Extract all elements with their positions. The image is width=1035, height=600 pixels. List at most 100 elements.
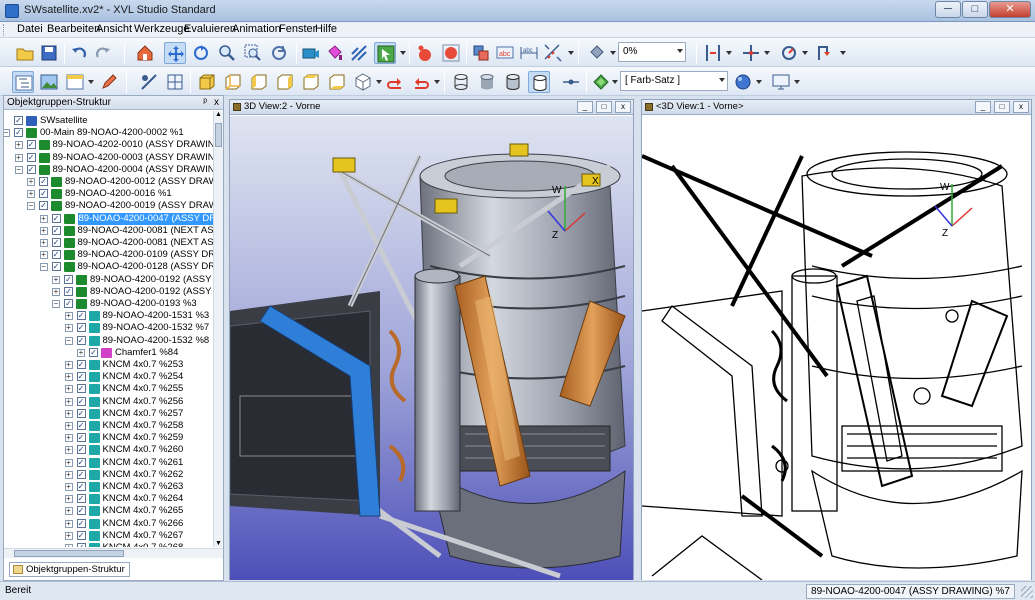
- visibility-checkbox[interactable]: ✓: [89, 347, 98, 357]
- save-button[interactable]: [38, 42, 60, 64]
- shade-solid-button[interactable]: [476, 71, 498, 93]
- pin-icon[interactable]: ᵖ: [203, 96, 207, 109]
- expand-icon[interactable]: +: [39, 239, 48, 247]
- link-button[interactable]: [138, 71, 160, 93]
- color-set-button[interactable]: [590, 71, 612, 93]
- view-maximize-button[interactable]: □: [596, 101, 612, 113]
- tree-horizontal-scrollbar[interactable]: [4, 548, 223, 558]
- grid-button[interactable]: [164, 71, 186, 93]
- visibility-checkbox[interactable]: ✓: [14, 116, 23, 125]
- color-set-dropdown[interactable]: [ Farb-Satz ]: [620, 71, 728, 91]
- visibility-checkbox[interactable]: ✓: [26, 152, 36, 162]
- expand-icon[interactable]: +: [14, 141, 23, 150]
- scroll-thumb[interactable]: [215, 123, 222, 147]
- view-close-button[interactable]: x: [1013, 101, 1029, 113]
- move-part-button[interactable]: [740, 42, 762, 64]
- visibility-checkbox[interactable]: ✓: [76, 530, 86, 540]
- visibility-checkbox[interactable]: ✓: [26, 140, 36, 150]
- collapse-icon[interactable]: −: [14, 165, 23, 174]
- camera-button[interactable]: [300, 42, 322, 64]
- reset-button[interactable]: [814, 42, 836, 64]
- visibility-checkbox[interactable]: ✓: [51, 213, 61, 223]
- visibility-checkbox[interactable]: ✓: [64, 299, 73, 308]
- menu-datei[interactable]: Datei: [14, 23, 46, 35]
- expand-icon[interactable]: +: [64, 397, 73, 406]
- visibility-checkbox[interactable]: ✓: [76, 543, 86, 547]
- paint-button[interactable]: [324, 42, 346, 64]
- visibility-checkbox[interactable]: ✓: [76, 494, 86, 504]
- visibility-checkbox[interactable]: ✓: [76, 457, 86, 467]
- view-minimize-button[interactable]: _: [577, 101, 593, 113]
- visibility-checkbox[interactable]: ✓: [51, 225, 61, 235]
- visibility-checkbox[interactable]: ✓: [76, 323, 86, 333]
- expand-icon[interactable]: +: [64, 312, 73, 321]
- shaded-viewport[interactable]: W X Z: [230, 116, 633, 580]
- view-back-button[interactable]: [222, 71, 244, 93]
- visibility-checkbox[interactable]: ✓: [76, 311, 86, 321]
- material-button[interactable]: [732, 71, 754, 93]
- collapse-icon[interactable]: −: [52, 300, 60, 308]
- rotate-button[interactable]: [190, 42, 212, 64]
- visibility-checkbox[interactable]: ✓: [76, 433, 86, 443]
- visibility-checkbox[interactable]: ✓: [39, 189, 48, 199]
- view-iso-button[interactable]: [352, 71, 374, 93]
- layer-button[interactable]: [470, 42, 492, 64]
- visibility-checkbox[interactable]: ✓: [51, 262, 61, 272]
- measure-button[interactable]: [542, 42, 564, 64]
- view-front-button[interactable]: [196, 71, 218, 93]
- expand-icon[interactable]: +: [64, 483, 73, 491]
- visibility-checkbox[interactable]: ✓: [76, 445, 86, 455]
- markup-button[interactable]: [98, 71, 120, 93]
- zoom-window-button[interactable]: [242, 42, 264, 64]
- visibility-checkbox[interactable]: ✓: [76, 408, 86, 418]
- sphere-select-button[interactable]: [440, 42, 462, 64]
- visibility-checkbox[interactable]: ✓: [51, 250, 61, 260]
- visibility-checkbox[interactable]: ✓: [76, 396, 86, 406]
- display-settings-button[interactable]: [770, 71, 792, 93]
- visibility-checkbox[interactable]: ✓: [76, 421, 86, 430]
- visibility-checkbox[interactable]: ✓: [76, 335, 86, 345]
- scroll-up-icon[interactable]: ▲: [215, 111, 222, 118]
- shade-edge-button[interactable]: [502, 71, 524, 93]
- scroll-thumb-horizontal[interactable]: [14, 550, 124, 557]
- menu-ansicht[interactable]: Ansicht: [93, 23, 135, 35]
- expand-icon[interactable]: +: [52, 275, 60, 284]
- pan-button[interactable]: [164, 42, 186, 64]
- expand-icon[interactable]: +: [64, 531, 73, 540]
- hidden-line-viewport[interactable]: W X Z: [642, 116, 1031, 580]
- view-top-button[interactable]: [300, 71, 322, 93]
- view-close-button[interactable]: x: [615, 101, 631, 113]
- dimension-button[interactable]: abc: [518, 42, 540, 64]
- section-button[interactable]: [702, 42, 724, 64]
- expand-icon[interactable]: +: [64, 361, 73, 369]
- visibility-checkbox[interactable]: ✓: [76, 506, 86, 516]
- visibility-checkbox[interactable]: ✓: [76, 360, 86, 369]
- visibility-checkbox[interactable]: ✓: [76, 372, 86, 382]
- turn-left-button[interactable]: [384, 71, 406, 93]
- view-maximize-button[interactable]: □: [994, 101, 1010, 113]
- expand-icon[interactable]: +: [64, 519, 73, 528]
- close-icon[interactable]: x: [214, 96, 219, 109]
- visibility-checkbox[interactable]: ✓: [76, 384, 86, 394]
- fit-view-button[interactable]: [268, 42, 290, 64]
- visibility-checkbox[interactable]: ✓: [76, 518, 86, 528]
- sphere-red-button[interactable]: [414, 42, 436, 64]
- scroll-down-icon[interactable]: ▼: [215, 540, 222, 547]
- expand-icon[interactable]: +: [64, 434, 73, 443]
- zoom-button[interactable]: [216, 42, 238, 64]
- expand-icon[interactable]: +: [27, 190, 35, 199]
- expand-icon[interactable]: +: [39, 214, 48, 223]
- expand-icon[interactable]: +: [64, 409, 73, 418]
- collapse-icon[interactable]: −: [39, 263, 48, 272]
- expand-icon[interactable]: +: [52, 287, 60, 296]
- expand-icon[interactable]: +: [27, 178, 35, 186]
- collapse-icon[interactable]: −: [4, 129, 10, 138]
- shade-wire-button[interactable]: [450, 71, 472, 93]
- expand-icon[interactable]: +: [39, 226, 48, 235]
- visibility-checkbox[interactable]: ✓: [14, 128, 23, 138]
- layout-button[interactable]: [64, 71, 86, 93]
- expand-icon[interactable]: +: [14, 153, 23, 162]
- redo-button[interactable]: [92, 42, 114, 64]
- undo-button[interactable]: [68, 42, 90, 64]
- close-button[interactable]: ✕: [989, 1, 1031, 18]
